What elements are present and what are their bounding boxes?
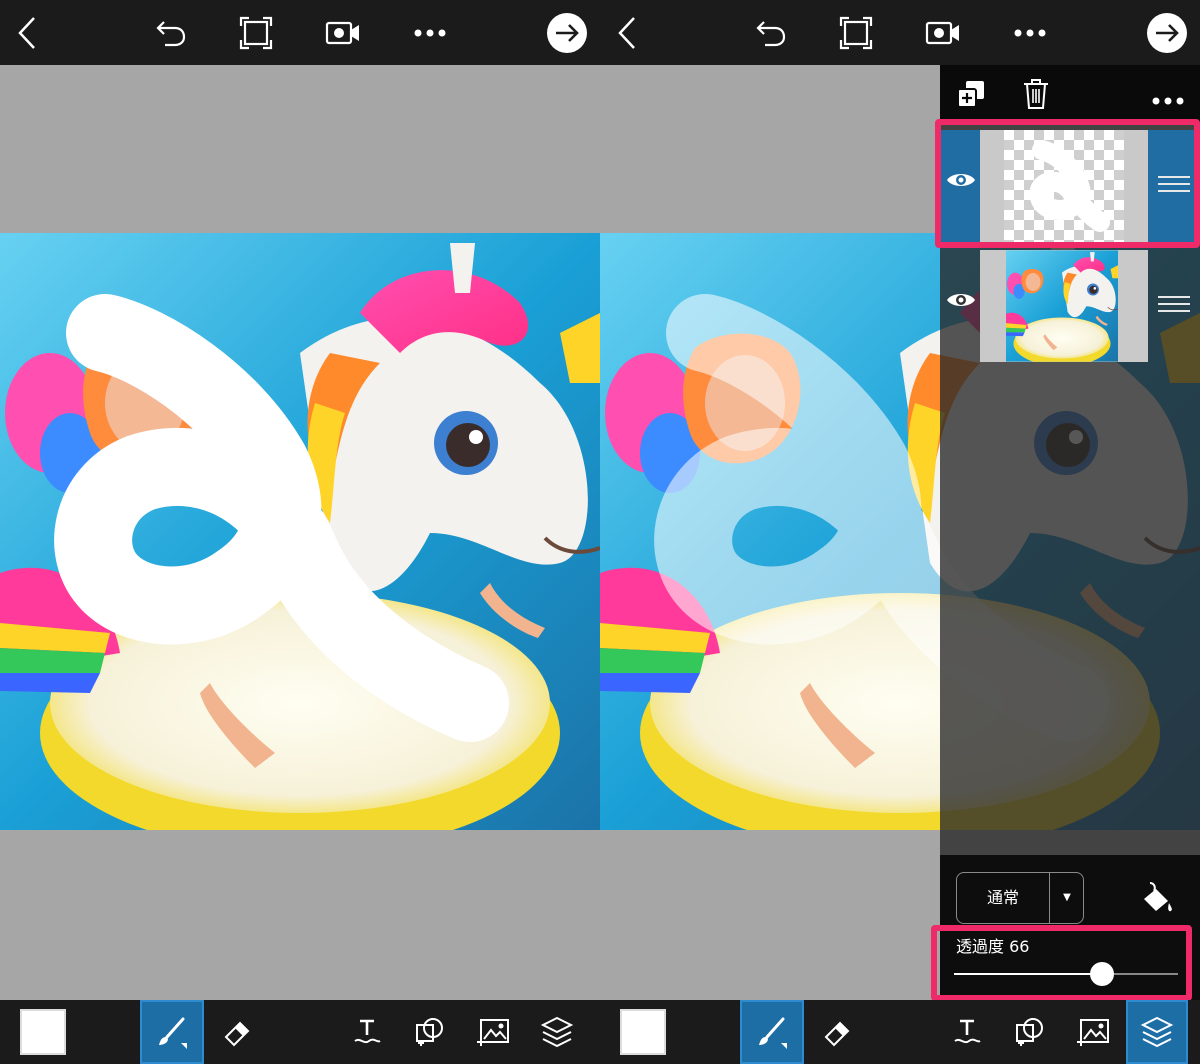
eraser-tool[interactable] <box>206 1000 268 1064</box>
image-add-icon <box>1077 1019 1109 1046</box>
visibility-toggle[interactable] <box>946 290 976 314</box>
layers-tool[interactable] <box>1126 1000 1188 1064</box>
back-button[interactable] <box>604 10 650 56</box>
layers-icon <box>540 1016 574 1048</box>
video-record-icon <box>325 21 359 45</box>
brush-tool[interactable] <box>740 1000 804 1064</box>
trash-icon <box>1024 79 1048 109</box>
brush-stroke <box>54 294 509 742</box>
top-toolbar <box>0 0 600 65</box>
record-button[interactable] <box>320 10 366 56</box>
more-dots-icon <box>1152 97 1184 105</box>
bottom-toolbar <box>0 1000 600 1064</box>
layer-options-button[interactable] <box>1152 90 1184 109</box>
undo-icon <box>756 21 786 47</box>
chevron-down-icon: ▼ <box>1063 892 1071 903</box>
canvas-photo[interactable] <box>0 233 600 830</box>
highlight-opacity <box>931 925 1192 1001</box>
top-toolbar <box>600 0 1200 65</box>
crop-frame-icon <box>239 16 273 50</box>
eraser-icon <box>224 1021 250 1047</box>
brush-tool[interactable] <box>140 1000 204 1064</box>
next-button[interactable] <box>544 10 590 56</box>
record-button[interactable] <box>920 10 966 56</box>
image-add-tool[interactable] <box>1067 1000 1119 1064</box>
add-layer-icon <box>957 81 984 108</box>
eraser-icon <box>824 1021 850 1047</box>
color-swatch[interactable] <box>620 1009 666 1055</box>
shape-tool[interactable] <box>1005 1000 1055 1064</box>
shape-tool[interactable] <box>405 1000 455 1064</box>
more-dots-icon <box>1014 29 1046 37</box>
text-icon <box>954 1019 981 1044</box>
highlight-selected-layer <box>935 119 1200 248</box>
crop-button[interactable] <box>833 10 879 56</box>
paint-bucket-icon <box>1144 882 1172 912</box>
undo-button[interactable] <box>746 10 792 56</box>
brush-icon <box>759 1017 787 1049</box>
layer-item-photo[interactable] <box>940 250 1200 362</box>
back-button[interactable] <box>4 10 50 56</box>
eraser-tool[interactable] <box>806 1000 868 1064</box>
undo-button[interactable] <box>146 10 192 56</box>
video-record-icon <box>925 21 959 45</box>
blend-mode-select[interactable]: 通常 ▼ <box>956 872 1084 924</box>
layers-tool[interactable] <box>530 1000 584 1064</box>
more-button[interactable] <box>1007 10 1053 56</box>
layers-icon <box>1140 1016 1174 1048</box>
text-tool[interactable] <box>342 1000 392 1064</box>
next-button[interactable] <box>1144 10 1190 56</box>
more-button[interactable] <box>407 10 453 56</box>
layers-panel-header <box>940 65 1200 123</box>
fill-button[interactable] <box>1140 879 1176 919</box>
shape-icon <box>1016 1018 1043 1046</box>
image-add-icon <box>477 1019 509 1046</box>
delete-layer-button[interactable] <box>1022 77 1050 115</box>
shape-icon <box>416 1018 443 1046</box>
chevron-left-icon <box>18 17 35 49</box>
crop-frame-icon <box>839 16 873 50</box>
arrow-right-circle-icon <box>547 13 587 53</box>
crop-button[interactable] <box>233 10 279 56</box>
bottom-toolbar <box>600 1000 1200 1064</box>
arrow-right-circle-icon <box>1147 13 1187 53</box>
chevron-left-icon <box>618 17 635 49</box>
text-icon <box>354 1019 381 1044</box>
blend-mode-value: 通常 <box>986 888 1019 907</box>
eye-icon <box>947 294 975 306</box>
brush-icon <box>159 1017 187 1049</box>
right-screen: 通常 ▼ 透過度 66 <box>600 0 1200 1064</box>
text-tool[interactable] <box>942 1000 992 1064</box>
layer-thumbnail <box>980 250 1148 362</box>
left-screen <box>0 0 600 1064</box>
image-add-tool[interactable] <box>467 1000 519 1064</box>
color-swatch[interactable] <box>20 1009 66 1055</box>
undo-icon <box>156 21 186 47</box>
add-layer-button[interactable] <box>954 77 988 115</box>
more-dots-icon <box>414 29 446 37</box>
drag-handle[interactable] <box>1158 296 1190 317</box>
